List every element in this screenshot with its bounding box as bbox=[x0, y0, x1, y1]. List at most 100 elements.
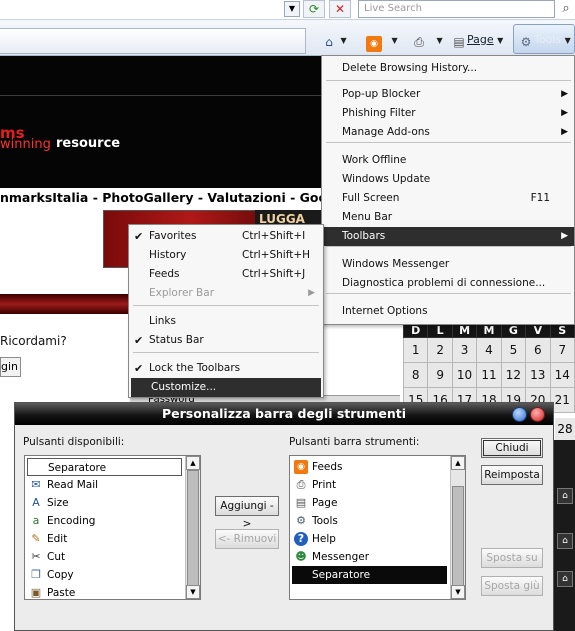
list-item[interactable]: ✉ Read Mail bbox=[27, 476, 182, 494]
address-dropdown-button[interactable]: ▼ bbox=[284, 1, 300, 17]
home-icon[interactable]: ⌂ bbox=[557, 571, 573, 587]
calendar-day[interactable]: 6 bbox=[525, 337, 551, 363]
toolbars-item-feeds[interactable]: Feeds Ctrl+Shift+J bbox=[129, 265, 323, 284]
tools-menu-item-delete-browsing-history[interactable]: Delete Browsing History... bbox=[322, 59, 574, 78]
list-item[interactable]: ✂ Cut bbox=[27, 548, 182, 566]
list-item[interactable]: ⚙ Tools bbox=[292, 512, 447, 530]
list-item[interactable]: ☻ Messenger bbox=[292, 548, 447, 566]
reset-button[interactable]: Reimposta bbox=[481, 465, 543, 485]
home-icon[interactable]: ⌂ bbox=[557, 488, 573, 504]
calendar-day[interactable]: 28 bbox=[555, 418, 575, 440]
mail-icon: ✉ bbox=[31, 478, 41, 491]
list-item[interactable]: Separatore bbox=[27, 458, 182, 476]
list-item-label: Feeds bbox=[312, 461, 343, 473]
calendar-day[interactable]: 9 bbox=[427, 362, 453, 388]
calendar-day[interactable]: 3 bbox=[451, 337, 478, 363]
search-icon[interactable]: ⌕ bbox=[557, 0, 575, 18]
available-buttons-list[interactable]: ▣ Paste ❐ Copy ✂ Cut ✎ Edit a Encoding A Size ✉ Read … bbox=[24, 455, 201, 600]
list-item[interactable]: ❐ Copy bbox=[27, 566, 182, 584]
toolbars-item-history[interactable]: History Ctrl+Shift+H bbox=[129, 246, 323, 265]
browser-tab[interactable] bbox=[0, 28, 306, 54]
home-icon: ⌂ bbox=[325, 35, 333, 49]
add-button[interactable]: Aggiungi -> bbox=[215, 496, 279, 530]
list-item[interactable]: a Encoding bbox=[27, 512, 182, 530]
tools-menu-item-toolbars[interactable]: Toolbars ▶ bbox=[322, 227, 574, 246]
list-item[interactable]: ✎ Edit bbox=[27, 530, 182, 548]
move-down-button[interactable]: Sposta giù bbox=[481, 576, 543, 596]
menu-item-label: Toolbars bbox=[342, 230, 386, 242]
scroll-up-icon[interactable]: ▲ bbox=[451, 456, 465, 470]
list-item[interactable]: ◉ Feeds bbox=[292, 458, 447, 476]
close-icon[interactable] bbox=[530, 407, 545, 422]
list-item[interactable]: ▣ Paste bbox=[27, 584, 182, 602]
tools-menu-item-pop-up-blocker[interactable]: Pop-up Blocker ▶ bbox=[322, 85, 574, 104]
calendar-day[interactable]: 5 bbox=[500, 337, 527, 363]
menu-item-label: Explorer Bar bbox=[149, 287, 215, 299]
list-item[interactable]: Separatore bbox=[292, 566, 447, 584]
calendar-day[interactable]: 7 bbox=[549, 337, 575, 363]
calendar-day[interactable]: 8 bbox=[402, 362, 429, 388]
scroll-up-icon[interactable]: ▲ bbox=[186, 456, 200, 470]
feeds-button[interactable]: ◉ ▼ bbox=[366, 30, 398, 52]
toolbars-item-customize[interactable]: Customize... bbox=[131, 378, 321, 397]
list-item[interactable]: ? Help bbox=[292, 530, 447, 548]
menu-item-shortcut: Ctrl+Shift+J bbox=[242, 268, 306, 280]
copy-icon: ❐ bbox=[31, 568, 41, 581]
list-item-label: Page bbox=[312, 497, 338, 509]
calendar-day[interactable]: 12 bbox=[500, 362, 527, 388]
scrollbar-thumb[interactable] bbox=[187, 470, 199, 586]
current-buttons-list[interactable]: Separatore ☻ Messenger? Help ⚙ Tools ▤ Page ⎙ Pri… bbox=[289, 455, 466, 600]
search-input[interactable]: Live Search bbox=[358, 0, 555, 18]
home-button[interactable]: ⌂ ▼ bbox=[321, 30, 346, 50]
calendar-day[interactable]: 13 bbox=[525, 362, 551, 388]
tools-menu-item-phishing-filter[interactable]: Phishing Filter ▶ bbox=[322, 104, 574, 123]
calendar-day[interactable]: 10 bbox=[451, 362, 478, 388]
toolbars-item-links[interactable]: Links bbox=[129, 312, 323, 331]
home-icon[interactable]: ⌂ bbox=[557, 533, 573, 549]
tools-menu-item-diagnostica-problemi-di-connessione[interactable]: Diagnostica problemi di connessione... bbox=[322, 274, 574, 293]
scroll-down-icon[interactable]: ▼ bbox=[186, 585, 200, 599]
menu-item-label: Menu Bar bbox=[342, 211, 393, 223]
scrollbar[interactable]: ▲ ▼ bbox=[185, 456, 200, 599]
page-icon: ▤ bbox=[453, 35, 465, 49]
help-icon[interactable] bbox=[512, 407, 527, 422]
toolbars-item-lock-the-toolbars[interactable]: ✔ Lock the Toolbars bbox=[129, 359, 323, 378]
dialog-title: Personalizza barra degli strumenti bbox=[15, 403, 553, 425]
print-button[interactable]: ⎙ ▼ bbox=[411, 30, 442, 50]
scrollbar-thumb[interactable] bbox=[452, 486, 464, 586]
login-button[interactable]: gin bbox=[0, 357, 21, 377]
calendar-day[interactable]: 11 bbox=[476, 362, 502, 388]
menu-item-label: Windows Messenger bbox=[342, 258, 450, 270]
page-menu-button[interactable]: ▤ Page ▼ bbox=[451, 30, 503, 50]
stop-icon[interactable]: ✕ bbox=[329, 0, 351, 18]
remove-button[interactable]: <- Rimuovi bbox=[215, 529, 279, 549]
scroll-down-icon[interactable]: ▼ bbox=[451, 585, 465, 599]
tools-menu-item-work-offline[interactable]: Work Offline bbox=[322, 151, 574, 170]
tools-menu-item-menu-bar[interactable]: Menu Bar bbox=[322, 208, 574, 227]
toolbars-item-status-bar[interactable]: ✔ Status Bar bbox=[129, 331, 323, 350]
calendar-day[interactable]: 2 bbox=[427, 337, 453, 363]
toolbars-item-explorer-bar: Explorer Bar ▶ bbox=[129, 284, 323, 303]
calendar-day[interactable]: 4 bbox=[476, 337, 502, 363]
list-item[interactable]: ⎙ Print bbox=[292, 476, 447, 494]
text-size-icon: A bbox=[32, 496, 40, 509]
submenu-arrow-icon: ▶ bbox=[561, 89, 568, 99]
move-up-button[interactable]: Sposta su bbox=[481, 548, 543, 568]
calendar-day[interactable]: 14 bbox=[549, 362, 575, 388]
tools-menu-item-windows-messenger[interactable]: Windows Messenger bbox=[322, 255, 574, 274]
refresh-icon[interactable]: ⟳ bbox=[303, 0, 325, 18]
list-item[interactable]: A Size bbox=[27, 494, 182, 512]
menu-separator bbox=[133, 305, 319, 306]
scrollbar[interactable]: ▲ ▼ bbox=[450, 456, 465, 599]
tools-menu-item-windows-update[interactable]: Windows Update bbox=[322, 170, 574, 189]
tools-menu-item-manage-add-ons[interactable]: Manage Add-ons ▶ bbox=[322, 123, 574, 142]
menu-item-shortcut: Ctrl+Shift+H bbox=[242, 249, 311, 261]
site-nav-links[interactable]: nmarksItalia - PhotoGallery - Valutazion… bbox=[0, 188, 322, 208]
list-item[interactable]: ▤ Page bbox=[292, 494, 447, 512]
tools-menu-item-full-screen[interactable]: Full Screen F11 bbox=[322, 189, 574, 208]
close-button[interactable]: Chiudi bbox=[481, 438, 543, 458]
tools-menu-item-internet-options[interactable]: Internet Options bbox=[322, 302, 574, 321]
menu-separator bbox=[326, 80, 571, 81]
calendar-day[interactable]: 1 bbox=[402, 337, 429, 363]
toolbars-item-favorites[interactable]: ✔ Favorites Ctrl+Shift+I bbox=[129, 227, 323, 246]
